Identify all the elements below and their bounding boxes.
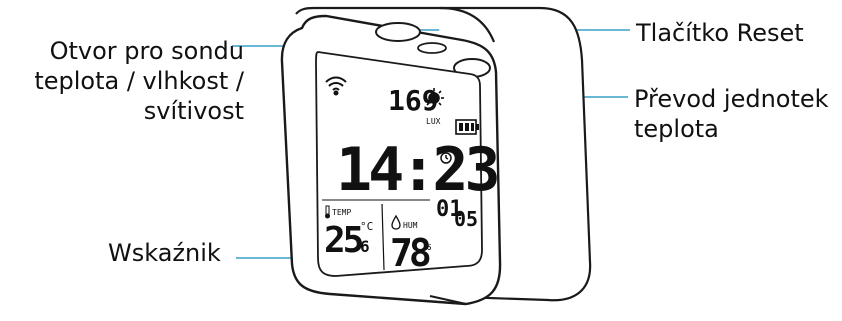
temp-value: 25 xyxy=(324,220,363,261)
units-label-line1: Převod jednotek xyxy=(634,85,829,113)
probe-port-label: Otvor pro sondu teplota / vlhkost / svít… xyxy=(8,36,244,126)
reset-button[interactable] xyxy=(375,22,421,42)
sun-icon xyxy=(424,88,444,108)
time-display: 14:23 xyxy=(336,135,497,205)
temp-label: TEMP xyxy=(332,208,351,217)
reset-button-label: Tlačítko Reset xyxy=(636,19,804,47)
probe-label-line1: Otvor pro sondu xyxy=(49,37,244,65)
temp-unit: °C xyxy=(360,220,373,233)
probe-port xyxy=(417,42,447,54)
indicator-label: Wskaźnik xyxy=(108,239,221,267)
unit-conversion-label: Převod jednotek teplota xyxy=(634,84,829,144)
hum-unit: % xyxy=(424,239,432,253)
temp-decimal: 6 xyxy=(360,237,370,256)
hum-value: 78 xyxy=(390,231,430,275)
units-label-line2: teplota xyxy=(634,115,719,143)
probe-label-line2: teplota / vlhkost / xyxy=(34,67,244,95)
lux-unit: LUX xyxy=(426,117,441,126)
date-day: 05 xyxy=(454,207,478,231)
hum-label: HUM xyxy=(403,221,418,230)
probe-label-line3: svítivost xyxy=(143,97,244,125)
